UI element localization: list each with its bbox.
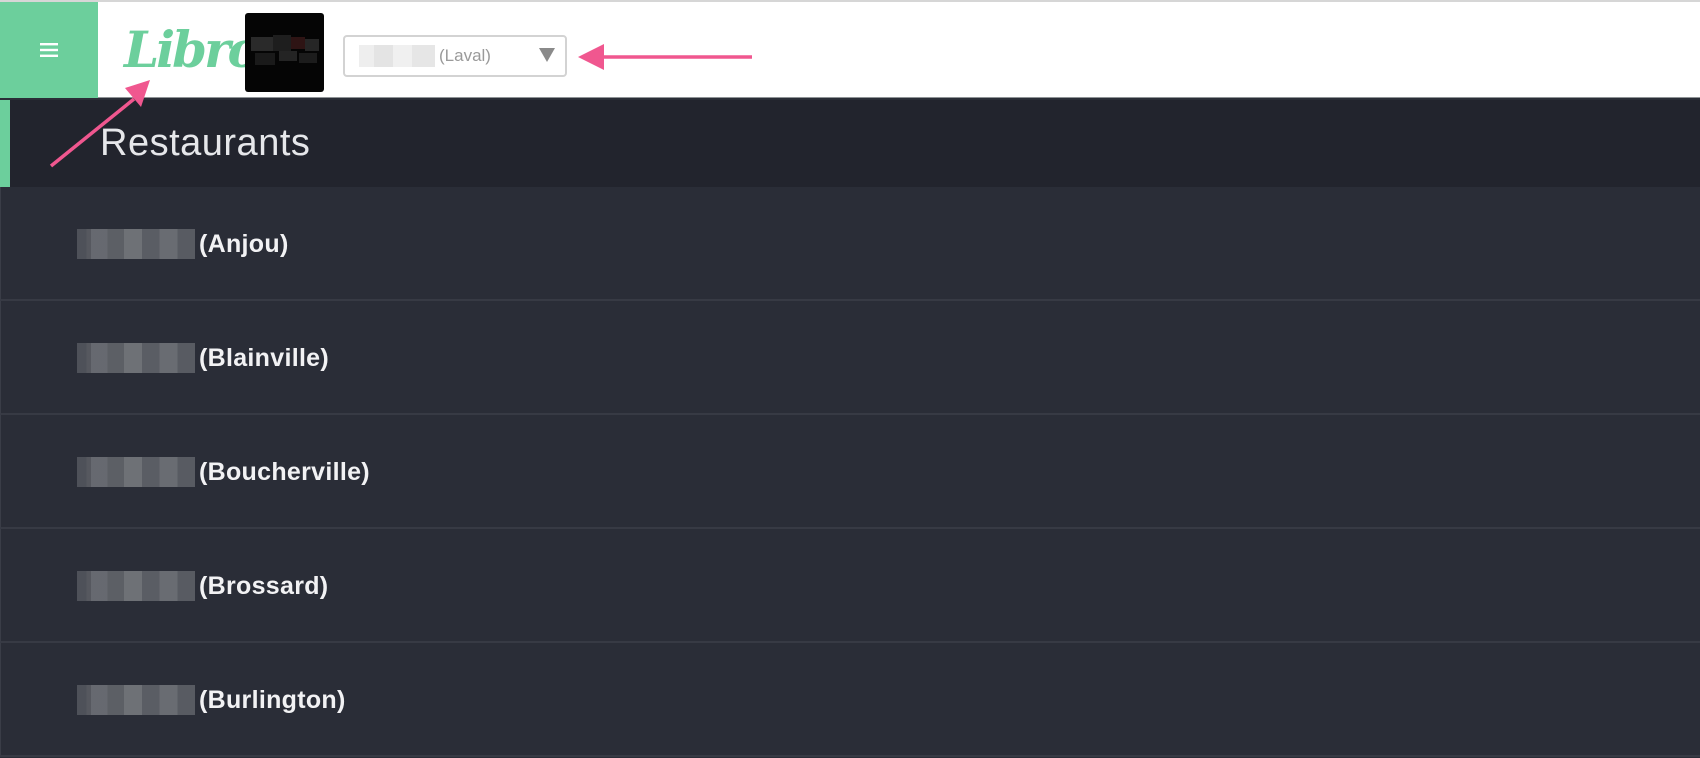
restaurant-location: (Anjou)	[199, 230, 289, 258]
restaurant-list-item[interactable]: (Blainville)	[0, 301, 1700, 415]
section-header: Restaurants	[0, 100, 1700, 187]
restaurant-location: (Blainville)	[199, 344, 330, 372]
selected-restaurant-label: (Laval)	[439, 46, 491, 65]
top-bar: Libro (Laval)	[0, 0, 1700, 98]
restaurant-list-item[interactable]: (Anjou)	[0, 187, 1700, 301]
menu-button[interactable]	[0, 2, 98, 98]
restaurant-list: (Anjou) (Blainville) (Boucherville) (Bro…	[0, 187, 1700, 757]
restaurant-logo-thumbnail	[245, 13, 324, 92]
restaurant-name-redacted	[77, 685, 195, 715]
restaurant-name-redacted	[77, 457, 195, 487]
restaurant-name-redacted	[77, 229, 195, 259]
restaurant-list-item[interactable]: (Boucherville)	[0, 415, 1700, 529]
restaurant-list-item[interactable]: (Brossard)	[0, 529, 1700, 643]
page-title: Restaurants	[100, 122, 311, 164]
restaurant-selector[interactable]: (Laval)	[343, 35, 567, 77]
restaurant-location: (Burlington)	[199, 686, 346, 714]
libro-logo[interactable]: Libro	[124, 22, 261, 78]
hamburger-icon	[40, 43, 58, 57]
restaurant-name-redacted	[359, 45, 435, 67]
restaurant-list-item[interactable]: (Burlington)	[0, 643, 1700, 757]
restaurant-name-redacted	[77, 343, 195, 373]
restaurant-name-redacted	[77, 571, 195, 601]
restaurant-location: (Brossard)	[199, 572, 329, 600]
restaurant-location: (Boucherville)	[199, 458, 370, 486]
section-accent-bar	[0, 100, 10, 187]
caret-down-icon	[539, 48, 555, 62]
